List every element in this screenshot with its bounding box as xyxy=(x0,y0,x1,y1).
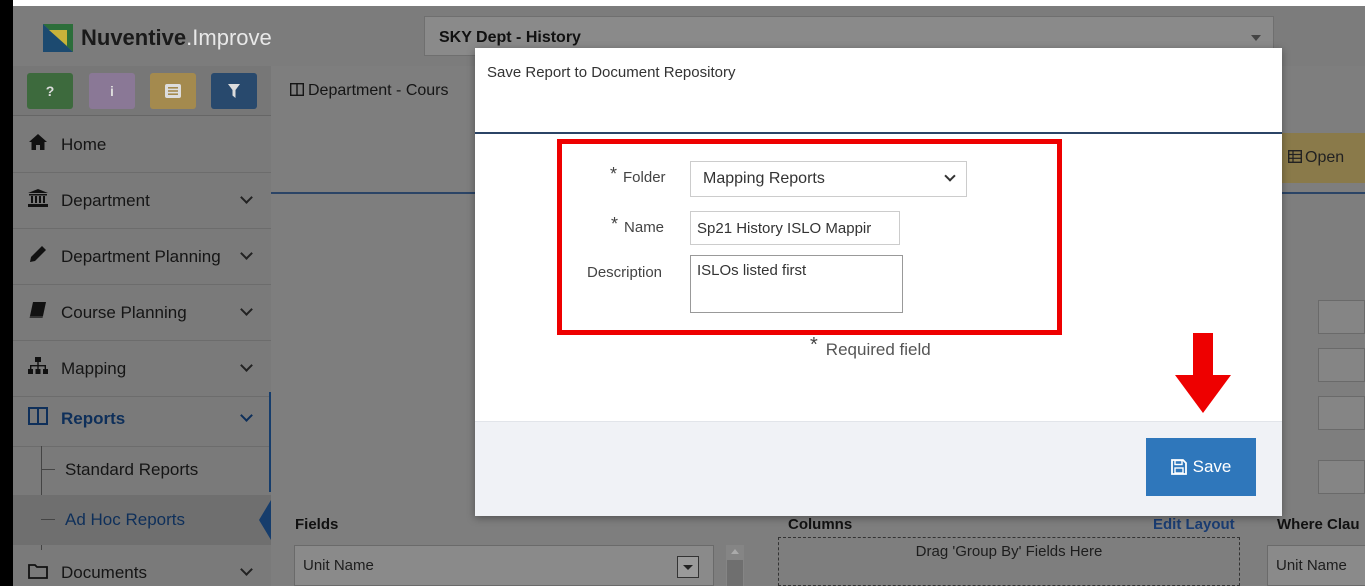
sidebar-item-label: Documents xyxy=(61,563,147,582)
fields-list-item[interactable]: Unit Name xyxy=(294,545,714,586)
book-icon xyxy=(27,301,49,324)
required-note-text: Required field xyxy=(825,340,931,359)
chevron-down-icon xyxy=(240,409,253,422)
annotation-highlight-box xyxy=(557,139,1062,335)
sidebar-subitem-label: Ad Hoc Reports xyxy=(65,510,185,529)
help-icon: ? xyxy=(45,83,55,99)
required-field-note: * Required field xyxy=(810,334,931,361)
sidebar-item-documents[interactable]: Documents xyxy=(13,545,271,586)
sidebar-subitem-label: Standard Reports xyxy=(65,460,199,479)
edit-layout-link[interactable]: Edit Layout xyxy=(1153,516,1235,533)
sidebar-item-department[interactable]: Department xyxy=(13,173,271,229)
chevron-down-icon xyxy=(240,303,253,316)
nuventive-logo-icon xyxy=(43,24,73,52)
open-button[interactable]: Open xyxy=(1280,133,1365,183)
scroll-up-icon[interactable] xyxy=(731,549,739,554)
sidebar-item-label: Department Planning xyxy=(61,246,221,266)
app-logo[interactable]: Nuventive.Improve xyxy=(43,24,272,52)
field-dropdown-button[interactable] xyxy=(677,556,699,578)
unit-selector-value: SKY Dept - History xyxy=(439,29,581,46)
sidebar-item-department-planning[interactable]: Department Planning xyxy=(13,229,271,285)
columns-icon xyxy=(27,407,49,430)
chevron-down-icon xyxy=(240,191,253,204)
columns-icon xyxy=(289,82,305,97)
field-item-label: Unit Name xyxy=(303,557,374,574)
sidebar-item-label: Course Planning xyxy=(61,302,187,322)
sidebar-item-label: Home xyxy=(61,134,107,154)
pencil-icon xyxy=(27,245,49,268)
current-page-pointer xyxy=(259,500,271,540)
sidebar-item-label: Reports xyxy=(61,408,126,428)
sidebar-item-course-planning[interactable]: Course Planning xyxy=(13,285,271,341)
logo-suffix: .Improve xyxy=(186,25,272,50)
where-clause-heading: Where Clau xyxy=(1277,516,1360,533)
sidebar-item-home[interactable]: Home xyxy=(13,117,271,173)
sidebar-item-mapping[interactable]: Mapping xyxy=(13,341,271,397)
open-button-label: Open xyxy=(1305,149,1345,166)
sitemap-icon xyxy=(27,357,49,380)
save-icon xyxy=(1170,459,1187,475)
filter-button[interactable] xyxy=(211,73,257,109)
dialog-title: Save Report to Document Repository xyxy=(487,64,736,81)
breadcrumb-text: Department - Cours xyxy=(308,82,449,99)
sidebar-toolbox: ? i xyxy=(13,66,271,116)
filter-icon xyxy=(228,84,240,98)
columns-heading: Columns xyxy=(788,516,853,533)
list-icon xyxy=(165,84,181,98)
save-button-label: Save xyxy=(1192,457,1232,476)
sidebar-subitem-ad-hoc-reports[interactable]: Ad Hoc Reports xyxy=(13,495,271,545)
where-item-label: Unit Name xyxy=(1276,557,1347,574)
group-by-drop-zone[interactable]: Drag 'Group By' Fields Here xyxy=(778,537,1240,586)
notes-button[interactable] xyxy=(150,73,196,109)
chevron-down-icon xyxy=(240,563,253,576)
bank-icon xyxy=(27,189,49,212)
required-asterisk: * xyxy=(810,334,818,356)
sidebar-item-label: Mapping xyxy=(61,358,127,378)
home-icon xyxy=(27,133,49,156)
sidebar-item-reports[interactable]: Reports xyxy=(13,391,271,447)
info-button[interactable]: i xyxy=(89,73,135,109)
info-icon: i xyxy=(110,83,114,99)
chevron-down-icon xyxy=(240,359,253,372)
logo-name: Nuventive xyxy=(81,25,187,50)
folder-icon xyxy=(27,562,49,585)
sidebar-item-label: Department xyxy=(61,190,150,210)
fields-heading: Fields xyxy=(295,516,339,533)
table-icon xyxy=(1287,149,1303,164)
left-border xyxy=(0,0,13,586)
chevron-down-icon xyxy=(240,247,253,260)
help-button[interactable]: ? xyxy=(27,73,73,109)
annotation-arrow-icon xyxy=(1175,333,1231,413)
drop-zone-text: Drag 'Group By' Fields Here xyxy=(915,543,1103,560)
background-inputs xyxy=(1318,300,1365,500)
save-button[interactable]: Save xyxy=(1146,438,1256,496)
breadcrumb: Department - Cours xyxy=(289,82,449,100)
dialog-header: Save Report to Document Repository xyxy=(475,48,1282,134)
where-clause-item[interactable]: Unit Name xyxy=(1267,545,1365,586)
sidebar-subitem-standard-reports[interactable]: Standard Reports xyxy=(13,445,271,495)
caret-down-icon xyxy=(1251,35,1261,41)
scroll-thumb[interactable] xyxy=(727,560,743,586)
